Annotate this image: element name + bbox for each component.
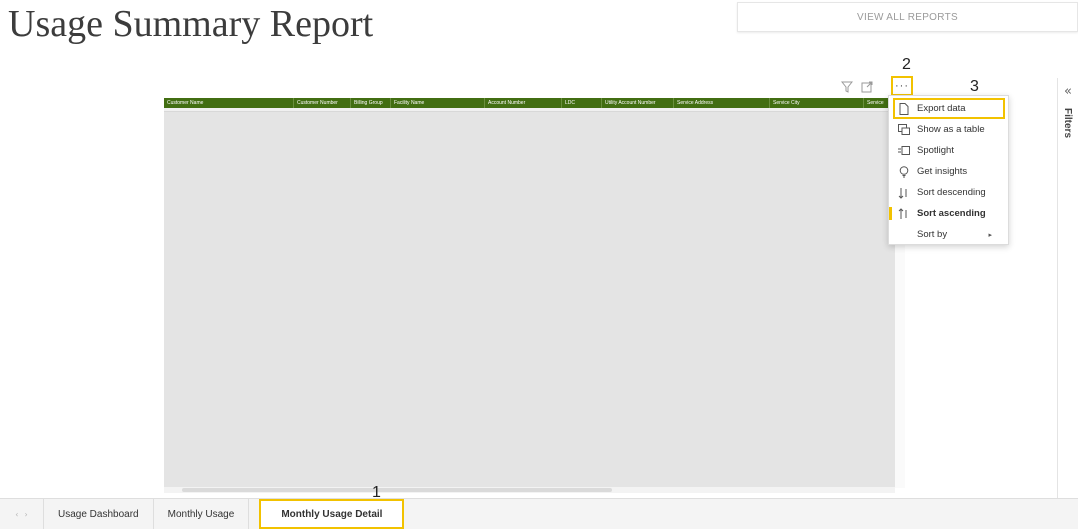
lightbulb-icon xyxy=(897,165,911,178)
view-all-reports-button[interactable]: VIEW ALL REPORTS xyxy=(737,2,1078,32)
column-header[interactable]: Utility Account Number xyxy=(602,98,674,108)
menu-item-label: Show as a table xyxy=(917,124,985,135)
chevron-right-icon[interactable]: › xyxy=(25,510,28,519)
tab-monthly-usage-detail[interactable]: Monthly Usage Detail xyxy=(259,499,405,529)
column-header[interactable]: Billing Group xyxy=(351,98,391,108)
menu-item-sort-ascending[interactable]: Sort ascending xyxy=(889,203,1008,224)
step-callout-3: 3 xyxy=(970,78,979,95)
scrollbar-thumb[interactable] xyxy=(182,488,612,492)
menu-item-sort-descending[interactable]: Sort descending xyxy=(889,182,1008,203)
more-options-button[interactable]: ··· xyxy=(891,76,913,96)
menu-item-sort-by[interactable]: Sort by ▸ xyxy=(889,224,1008,245)
tab-monthly-usage[interactable]: Monthly Usage xyxy=(154,499,250,529)
focus-mode-icon[interactable] xyxy=(860,80,874,94)
column-header[interactable]: Customer Number xyxy=(294,98,351,108)
document-icon xyxy=(897,102,911,115)
column-header[interactable]: Customer Name xyxy=(164,98,294,108)
menu-item-label: Sort ascending xyxy=(917,208,986,219)
page-tab-bar: ‹ › Usage Dashboard Monthly Usage Monthl… xyxy=(0,498,1078,529)
menu-item-spotlight[interactable]: Spotlight xyxy=(889,140,1008,161)
sort-ascending-icon xyxy=(897,207,911,220)
spotlight-icon xyxy=(897,146,911,155)
menu-item-label: Spotlight xyxy=(917,145,954,156)
menu-item-label: Get insights xyxy=(917,166,968,177)
horizontal-scrollbar[interactable] xyxy=(164,487,895,493)
filters-label[interactable]: Filters xyxy=(1062,108,1073,138)
filter-icon[interactable] xyxy=(840,80,854,94)
menu-item-label: Export data xyxy=(917,103,966,114)
more-options-menu: Export data Show as a table Spotlight Ge… xyxy=(888,95,1009,245)
tab-usage-dashboard[interactable]: Usage Dashboard xyxy=(44,499,154,529)
chevron-left-icon[interactable]: ‹ xyxy=(15,510,18,519)
column-header[interactable]: LDC xyxy=(562,98,602,108)
column-header[interactable]: Facility Name xyxy=(391,98,485,108)
column-header[interactable]: Service Address xyxy=(674,98,770,108)
collapse-icon[interactable]: « xyxy=(1064,84,1072,99)
menu-item-export-data[interactable]: Export data xyxy=(893,98,1005,119)
tab-navigation: ‹ › xyxy=(0,499,44,529)
page-title: Usage Summary Report xyxy=(8,3,374,45)
menu-item-label: Sort by xyxy=(917,229,948,240)
table-visual[interactable]: Customer Name Customer Number Billing Gr… xyxy=(164,98,895,488)
column-header[interactable]: Account Number xyxy=(485,98,562,108)
chevron-right-icon: ▸ xyxy=(988,231,992,239)
table-row[interactable] xyxy=(164,108,895,112)
step-callout-2: 2 xyxy=(902,56,911,73)
filters-pane[interactable]: « Filters xyxy=(1057,78,1078,498)
table-view-icon xyxy=(897,124,911,135)
visual-header xyxy=(840,78,874,96)
column-header[interactable]: Service City xyxy=(770,98,864,108)
table-header: Customer Name Customer Number Billing Gr… xyxy=(164,98,895,108)
sort-descending-icon xyxy=(897,187,911,199)
menu-item-label: Sort descending xyxy=(917,187,986,198)
menu-item-get-insights[interactable]: Get insights xyxy=(889,161,1008,182)
menu-item-show-as-table[interactable]: Show as a table xyxy=(889,119,1008,140)
